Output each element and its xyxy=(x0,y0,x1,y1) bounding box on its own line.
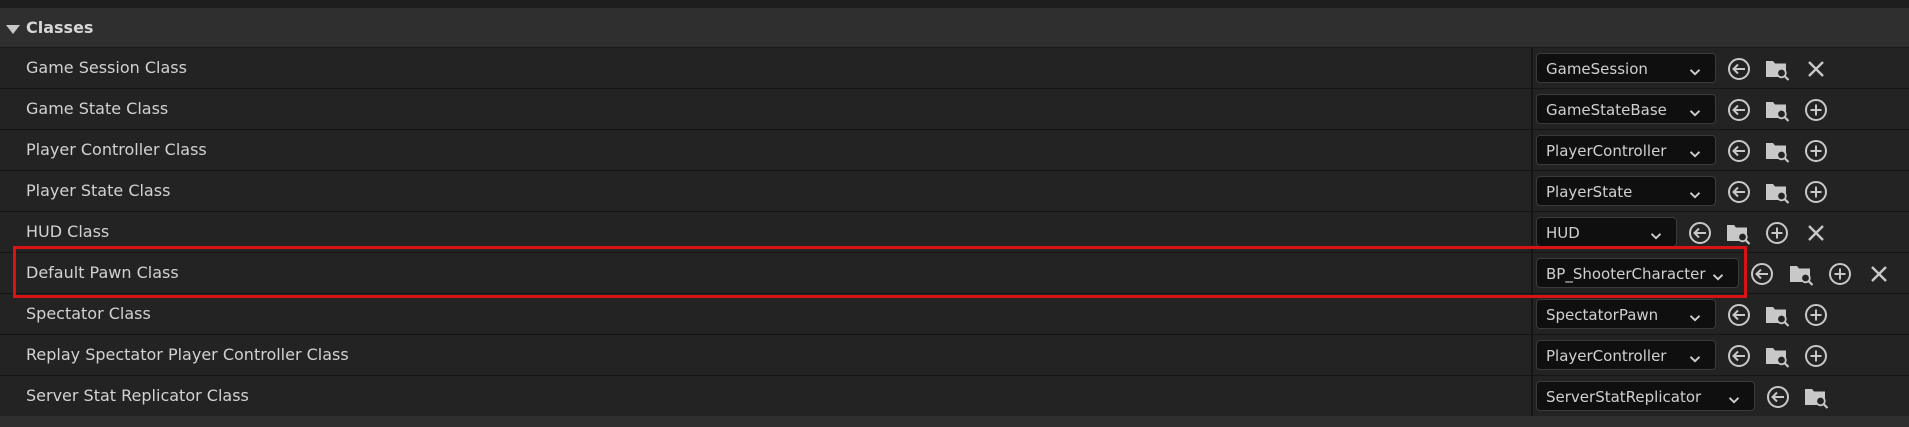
property-label: Game Session Class xyxy=(26,58,187,77)
browse-folder-icon[interactable] xyxy=(1803,384,1829,410)
add-circle-icon[interactable] xyxy=(1803,138,1829,164)
column-splitter[interactable] xyxy=(1531,335,1533,375)
property-label: Server Stat Replicator Class xyxy=(26,386,249,405)
chevron-down-icon xyxy=(1728,391,1740,404)
class-picker-combo[interactable]: GameSession xyxy=(1536,53,1716,83)
chevron-down-icon xyxy=(1689,186,1701,199)
column-splitter[interactable] xyxy=(1531,253,1533,293)
browse-folder-icon[interactable] xyxy=(1788,261,1814,287)
add-circle-icon[interactable] xyxy=(1803,302,1829,328)
add-circle-icon[interactable] xyxy=(1803,179,1829,205)
column-splitter[interactable] xyxy=(1531,48,1533,88)
use-selected-arrow-icon[interactable] xyxy=(1726,56,1752,82)
chevron-down-icon xyxy=(1689,145,1701,158)
browse-folder-icon[interactable] xyxy=(1725,220,1751,246)
property-row-server-stat-replicator-class: Server Stat Replicator Class ServerStatR… xyxy=(0,376,1909,417)
class-picker-combo[interactable]: SpectatorPawn xyxy=(1536,299,1716,329)
column-splitter[interactable] xyxy=(1531,171,1533,211)
column-splitter[interactable] xyxy=(1531,376,1533,416)
classes-category-header[interactable]: Classes xyxy=(0,8,1909,48)
chevron-down-icon xyxy=(1689,63,1701,76)
property-row-game-session-class: Game Session Class GameSession xyxy=(0,48,1909,89)
use-selected-arrow-icon[interactable] xyxy=(1726,302,1752,328)
class-picker-combo[interactable]: PlayerController xyxy=(1536,340,1716,370)
triangle-down-icon[interactable] xyxy=(6,25,20,34)
clear-x-icon[interactable] xyxy=(1866,261,1892,287)
class-picker-value: ServerStatReplicator xyxy=(1546,388,1702,406)
clear-x-icon[interactable] xyxy=(1803,220,1829,246)
property-label: Player State Class xyxy=(26,181,171,200)
clear-x-icon[interactable] xyxy=(1803,56,1829,82)
property-label: Spectator Class xyxy=(26,304,151,323)
add-circle-icon[interactable] xyxy=(1827,261,1853,287)
column-splitter[interactable] xyxy=(1531,130,1533,170)
class-picker-combo[interactable]: BP_ShooterCharacter xyxy=(1536,258,1739,288)
use-selected-arrow-icon[interactable] xyxy=(1726,179,1752,205)
browse-folder-icon[interactable] xyxy=(1764,302,1790,328)
add-circle-icon[interactable] xyxy=(1803,343,1829,369)
chevron-down-icon xyxy=(1650,227,1662,240)
property-label: Default Pawn Class xyxy=(26,263,179,282)
add-circle-icon[interactable] xyxy=(1803,97,1829,123)
chevron-down-icon xyxy=(1689,309,1701,322)
property-label: Game State Class xyxy=(26,99,169,118)
class-picker-combo[interactable]: GameStateBase xyxy=(1536,94,1716,124)
class-picker-value: SpectatorPawn xyxy=(1546,306,1659,324)
details-panel: Classes Game Session Class GameSession G… xyxy=(0,0,1909,427)
property-row-hud-class: HUD Class HUD xyxy=(0,212,1909,253)
class-picker-value: PlayerState xyxy=(1546,183,1633,201)
use-selected-arrow-icon[interactable] xyxy=(1726,97,1752,123)
property-row-default-pawn-class: Default Pawn Class BP_ShooterCharacter xyxy=(0,253,1909,294)
chevron-down-icon xyxy=(1689,104,1701,117)
browse-folder-icon[interactable] xyxy=(1764,179,1790,205)
browse-folder-icon[interactable] xyxy=(1764,138,1790,164)
browse-folder-icon[interactable] xyxy=(1764,56,1790,82)
class-picker-value: HUD xyxy=(1546,224,1580,242)
chevron-down-icon xyxy=(1712,268,1724,281)
property-row-spectator-class: Spectator Class SpectatorPawn xyxy=(0,294,1909,335)
property-label: Player Controller Class xyxy=(26,140,207,159)
class-picker-value: PlayerController xyxy=(1546,142,1667,160)
property-row-replay-spectator-player-controller-class: Replay Spectator Player Controller Class… xyxy=(0,335,1909,376)
property-label: HUD Class xyxy=(26,222,110,241)
use-selected-arrow-icon[interactable] xyxy=(1726,138,1752,164)
use-selected-arrow-icon[interactable] xyxy=(1765,384,1791,410)
use-selected-arrow-icon[interactable] xyxy=(1749,261,1775,287)
column-splitter[interactable] xyxy=(1531,294,1533,334)
use-selected-arrow-icon[interactable] xyxy=(1687,220,1713,246)
column-splitter[interactable] xyxy=(1531,89,1533,129)
class-picker-value: GameSession xyxy=(1546,60,1648,78)
property-row-player-state-class: Player State Class PlayerState xyxy=(0,171,1909,212)
column-splitter[interactable] xyxy=(1531,212,1533,252)
browse-folder-icon[interactable] xyxy=(1764,343,1790,369)
class-picker-combo[interactable]: PlayerState xyxy=(1536,176,1716,206)
category-title: Classes xyxy=(26,18,94,37)
property-row-player-controller-class: Player Controller Class PlayerController xyxy=(0,130,1909,171)
use-selected-arrow-icon[interactable] xyxy=(1726,343,1752,369)
class-picker-combo[interactable]: PlayerController xyxy=(1536,135,1716,165)
chevron-down-icon xyxy=(1689,350,1701,363)
property-label: Replay Spectator Player Controller Class xyxy=(26,345,349,364)
add-circle-icon[interactable] xyxy=(1764,220,1790,246)
class-picker-value: BP_ShooterCharacter xyxy=(1546,265,1706,283)
property-row-game-state-class: Game State Class GameStateBase xyxy=(0,89,1909,130)
class-picker-value: PlayerController xyxy=(1546,347,1667,365)
next-category-header[interactable] xyxy=(0,416,1909,427)
class-picker-value: GameStateBase xyxy=(1546,101,1667,119)
class-picker-combo[interactable]: ServerStatReplicator xyxy=(1536,381,1755,411)
browse-folder-icon[interactable] xyxy=(1764,97,1790,123)
class-picker-combo[interactable]: HUD xyxy=(1536,217,1677,247)
